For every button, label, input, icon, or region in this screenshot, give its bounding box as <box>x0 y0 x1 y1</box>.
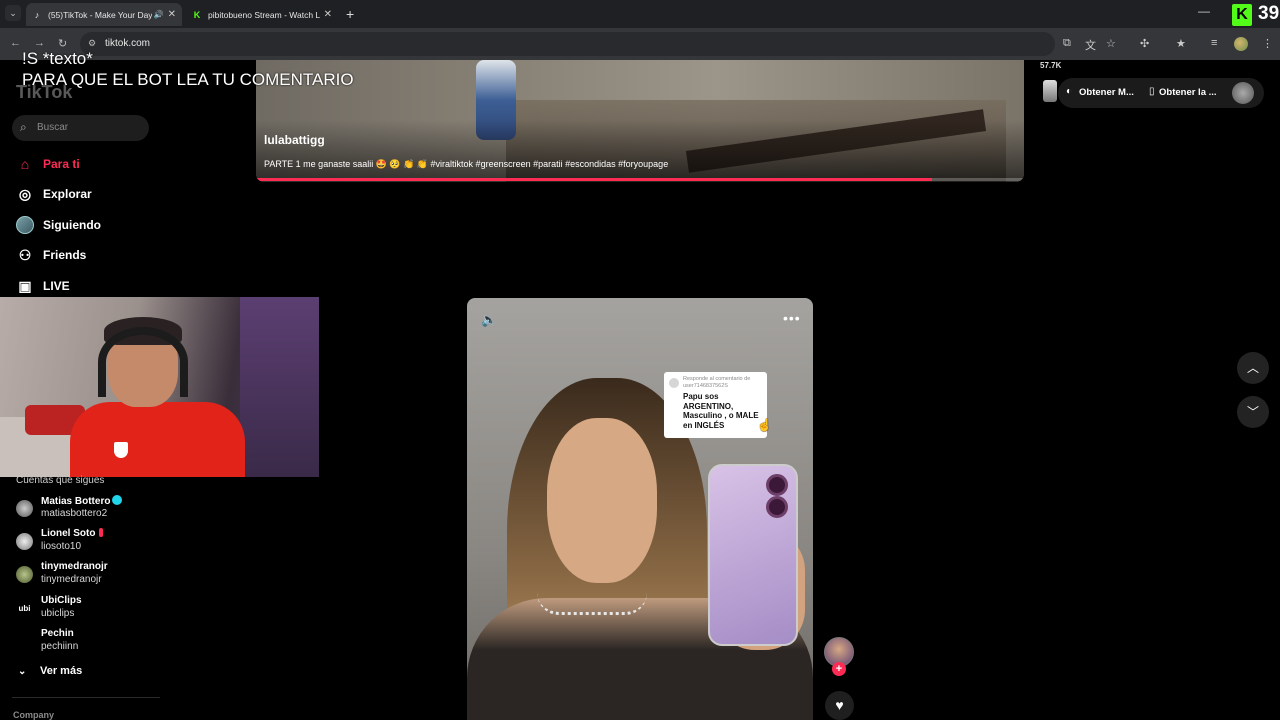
following-username: ubiclips <box>41 608 75 619</box>
sidebar-item-label: Siguiendo <box>43 218 101 232</box>
following-item[interactable]: tinymedranojr tinymedranojr <box>16 561 166 589</box>
following-name: Lionel Soto <box>41 528 96 539</box>
menu-icon[interactable]: ⋮ <box>1262 37 1273 50</box>
install-app-icon[interactable]: ⧉ <box>1063 37 1071 50</box>
kick-favicon-icon: K <box>193 9 201 20</box>
sidebar-item-label: Explorar <box>43 187 92 201</box>
chevron-down-icon[interactable]: ﹀ <box>1237 396 1269 428</box>
avatar <box>16 633 33 650</box>
video-author[interactable]: lulabattigg <box>264 133 325 147</box>
video-thumbnail[interactable] <box>1043 80 1057 102</box>
heart-icon[interactable]: ♥ <box>825 691 854 720</box>
more-options-icon[interactable]: ••• <box>783 310 801 326</box>
divider <box>12 697 160 698</box>
company-link[interactable]: Company <box>13 710 54 720</box>
following-item[interactable]: Lionel Soto liosoto10 <box>16 528 166 556</box>
hand-cursor-icon: ☝ <box>757 418 772 432</box>
kick-logo-icon: K <box>1232 4 1252 26</box>
sidebar-item-label: Para ti <box>43 157 80 171</box>
tiktok-favicon-icon: ♪ <box>34 9 40 20</box>
video-progress-bar[interactable] <box>256 178 1024 181</box>
tab-search-icon[interactable]: ⌄ <box>5 5 21 21</box>
avatar: ubi <box>16 600 33 617</box>
sidebar-item-friends[interactable]: ⚇ Friends <box>16 244 87 266</box>
chevron-down-icon: ⌄ <box>18 666 27 677</box>
search-input[interactable]: ⌕ Buscar <box>12 115 149 141</box>
sidebar-item-siguiendo[interactable]: Siguiendo <box>16 214 101 236</box>
tab-title: pibitobueno Stream - Watch Li <box>208 9 320 20</box>
close-tab-icon[interactable]: ✕ <box>324 9 332 20</box>
current-video[interactable]: 🔈 ••• Responde al comentario de user7146… <box>467 298 813 720</box>
sidebar-item-para-ti[interactable]: ⌂ Para ti <box>16 153 80 175</box>
avatar-icon <box>16 216 34 234</box>
following-username: tinymedranojr <box>41 574 102 585</box>
browser-tab-bar: ⌄ ♪ (55)TikTok - Make Your Day 🔊 ✕ K pib… <box>0 0 1280 28</box>
translate-icon[interactable]: 文 <box>1085 37 1096 53</box>
reply-comment-card: Responde al comentario de user7146837562… <box>664 372 767 438</box>
profile-avatar[interactable] <box>1234 37 1248 51</box>
following-username: liosoto10 <box>41 541 82 552</box>
see-more-label: Ver más <box>40 665 83 677</box>
overlay-command: !S *texto* <box>22 49 93 68</box>
tab-title: (55)TikTok - Make Your Day <box>48 9 152 20</box>
sidebar-item-label: LIVE <box>43 279 70 293</box>
viewer-count: 39 <box>1258 3 1280 24</box>
bookmark-star-icon[interactable]: ☆ <box>1106 37 1116 50</box>
sidebar-item-live[interactable]: ▣ LIVE <box>16 275 70 297</box>
avatar <box>16 500 33 517</box>
stream-overlay-text: !S *texto* PARA QUE EL BOT LEA TU COMENT… <box>22 48 354 90</box>
friends-icon: ⚇ <box>18 246 32 263</box>
avatar <box>16 533 33 550</box>
live-badge-icon <box>99 528 104 537</box>
tab-tiktok[interactable]: ♪ (55)TikTok - Make Your Day 🔊 ✕ <box>26 3 182 26</box>
following-item[interactable]: Pechin pechiinn <box>16 628 166 656</box>
tab-kick-stream[interactable]: K pibitobueno Stream - Watch Li ✕ <box>186 3 338 26</box>
overlay-instruction: PARA QUE EL BOT LEA TU COMENTARIO <box>22 70 354 89</box>
reading-list-icon[interactable]: ≡ <box>1211 37 1217 49</box>
get-mobile-app-button[interactable]: Obtener la ... <box>1159 87 1217 98</box>
see-more-button[interactable]: ⌄ Ver más <box>18 665 82 677</box>
following-username: pechiinn <box>41 641 79 652</box>
search-icon: ⌕ <box>20 120 27 134</box>
speaker-icon[interactable]: 🔊 <box>154 10 164 19</box>
home-icon: ⌂ <box>20 156 30 172</box>
following-name: tinymedranojr <box>41 561 108 572</box>
follow-plus-icon[interactable]: + <box>832 662 846 676</box>
monitor-icon: ◐ <box>1066 86 1073 97</box>
video-caption: PARTE 1 me ganaste saalii 🤩 🥺 👏 👏 #viral… <box>264 159 669 169</box>
search-placeholder: Buscar <box>37 122 69 133</box>
video-progress-fill <box>256 178 932 181</box>
get-desktop-app-button[interactable]: Obtener M... <box>1079 87 1134 98</box>
minimize-icon[interactable]: — <box>1198 4 1210 18</box>
sidebar-item-label: Friends <box>43 248 87 262</box>
streamer-webcam <box>0 297 319 477</box>
avatar <box>669 378 679 388</box>
phone-icon: ▯ <box>1149 86 1155 97</box>
back-icon[interactable]: ← <box>10 37 21 49</box>
user-avatar[interactable] <box>1232 82 1254 104</box>
following-name: UbiClips <box>41 595 82 606</box>
following-username: matiasbottero2 <box>41 508 108 519</box>
following-name: Matias Bottero <box>41 496 111 507</box>
like-count: 57.7K <box>1040 61 1062 70</box>
live-icon: ▣ <box>18 277 32 294</box>
extensions-icon[interactable]: ✣ <box>1140 37 1149 50</box>
following-section-title: Cuentas que sigues <box>16 475 105 486</box>
reply-header: Responde al comentario de user7146837562… <box>669 376 762 389</box>
reply-header-text: Responde al comentario de user7146837562… <box>683 376 751 389</box>
plus-icon[interactable]: + <box>346 6 354 22</box>
verified-icon <box>112 495 123 505</box>
close-tab-icon[interactable]: ✕ <box>168 9 176 20</box>
bookmarks-icon[interactable]: ★ <box>1176 37 1186 50</box>
volume-icon[interactable]: 🔈 <box>481 312 497 328</box>
chevron-up-icon[interactable]: ︿ <box>1237 352 1269 384</box>
sidebar-item-explorar[interactable]: ◎ Explorar <box>16 183 92 205</box>
compass-icon: ◎ <box>18 185 32 202</box>
following-item[interactable]: ubi UbiClips ubiclips <box>16 595 166 623</box>
following-item[interactable]: Matias Bottero matiasbottero2 <box>16 495 166 523</box>
following-name: Pechin <box>41 628 74 639</box>
previous-video[interactable]: lulabattigg PARTE 1 me ganaste saalii 🤩 … <box>256 60 1024 182</box>
reply-text: Papu sos ARGENTINO, Masculino , o MALE e… <box>683 392 759 430</box>
avatar <box>16 566 33 583</box>
